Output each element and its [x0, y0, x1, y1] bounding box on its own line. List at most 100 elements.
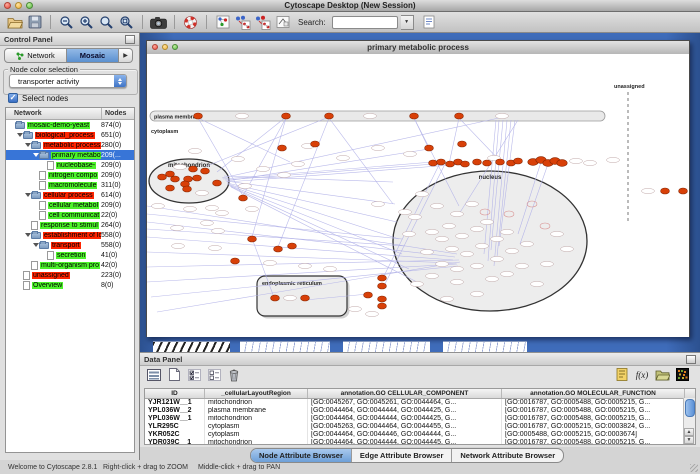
network-node[interactable]: [483, 160, 492, 166]
float-panel-icon[interactable]: [686, 355, 696, 364]
select-nodes-checkbox[interactable]: [8, 93, 18, 103]
select-attributes-icon[interactable]: [186, 367, 202, 382]
annotation-icon[interactable]: [421, 14, 438, 31]
tab-edge-attribute-browser[interactable]: Edge Attribute Browser: [351, 449, 451, 462]
function-builder-icon[interactable]: f(x): [634, 367, 650, 382]
tree-row-secretion[interactable]: secretion41(0): [6, 250, 134, 260]
tree-row-multi-organism-pro[interactable]: multi-organism pro42(0): [6, 260, 134, 270]
network-node[interactable]: [194, 113, 203, 119]
network-node[interactable]: [496, 159, 505, 165]
network-node[interactable]: [455, 113, 464, 119]
tab-node-attribute-browser[interactable]: Node Attribute Browser: [251, 449, 351, 462]
import-attributes-icon[interactable]: [654, 367, 670, 382]
tree-col-nodes[interactable]: Nodes: [101, 108, 134, 119]
network-node[interactable]: [193, 175, 202, 181]
network-node[interactable]: [271, 295, 280, 301]
search-dropdown-icon[interactable]: ▼: [401, 15, 414, 30]
tab-network[interactable]: Network: [4, 48, 67, 63]
table-row[interactable]: YPL036W__2plasma membrane[GO:0044464, GO…: [145, 407, 695, 415]
network-node[interactable]: [231, 258, 240, 264]
network-node[interactable]: [301, 295, 310, 301]
network-node[interactable]: [410, 113, 419, 119]
tree-row-nitrogen-compo[interactable]: nitrogen compo209(0): [6, 170, 134, 180]
tree-row-cellular-metabol[interactable]: cellular metabol209(0): [6, 200, 134, 210]
delete-attribute-icon[interactable]: [226, 367, 242, 382]
search-input[interactable]: [332, 16, 398, 29]
network-node[interactable]: [429, 160, 438, 166]
expand-arrow-icon[interactable]: [32, 153, 39, 157]
scroll-down-icon[interactable]: ▼: [684, 436, 694, 444]
attribute-table-header[interactable]: ID_cellularLayoutRegionannotation.GO CEL…: [145, 389, 695, 399]
tree-col-network[interactable]: Network: [6, 108, 101, 119]
background-window-1[interactable]: [153, 341, 230, 352]
unselect-attributes-icon[interactable]: [206, 367, 222, 382]
network-node[interactable]: [248, 236, 257, 242]
network-node[interactable]: [461, 161, 470, 167]
network-window-titlebar[interactable]: primary metabolic process: [147, 41, 689, 55]
network-node[interactable]: [514, 158, 523, 164]
network-node[interactable]: [213, 180, 222, 186]
network-node[interactable]: [282, 113, 291, 119]
zoom-selected-icon[interactable]: [98, 14, 115, 31]
column-header-1[interactable]: ID: [145, 389, 205, 398]
network-node[interactable]: [425, 145, 434, 151]
network-node[interactable]: [183, 186, 192, 192]
network-node[interactable]: [311, 141, 320, 147]
scrollbar-thumb[interactable]: [685, 399, 695, 417]
tree-row-nucleobase-[interactable]: nucleobase-209(0): [6, 160, 134, 170]
zoom-out-icon[interactable]: [58, 14, 75, 31]
network-node[interactable]: [446, 161, 455, 167]
create-network-icon[interactable]: [214, 14, 231, 31]
network-copy-icon[interactable]: [254, 14, 271, 31]
network-node[interactable]: [364, 292, 373, 298]
vizmapper-icon[interactable]: [274, 14, 291, 31]
open-file-icon[interactable]: [6, 14, 23, 31]
network-canvas[interactable]: plasma membranecytoplasmmitochondrionnuc…: [147, 54, 689, 337]
table-row[interactable]: YLR295Ccytoplasm[GO:0045263, GO:0044464,…: [145, 423, 695, 431]
network-node[interactable]: [378, 296, 387, 302]
table-row[interactable]: YPL036W__1mitochondrion[GO:0044464, GO:0…: [145, 415, 695, 423]
network-view-window[interactable]: primary metabolic process plasma membran…: [146, 40, 690, 337]
tree-row-overview[interactable]: Overview8(0): [6, 280, 134, 290]
float-panel-icon[interactable]: [125, 35, 135, 44]
zoom-fit-icon[interactable]: [118, 14, 135, 31]
tree-row-transport[interactable]: transport558(0): [6, 240, 134, 250]
network-node[interactable]: [557, 160, 567, 167]
column-header-3[interactable]: annotation.GO CELLULAR_COMPONENT: [308, 389, 502, 398]
table-scrollbar[interactable]: ▲ ▼: [683, 398, 695, 444]
tab-overflow-arrow[interactable]: ▶: [119, 48, 133, 63]
save-session-icon[interactable]: [26, 14, 43, 31]
network-node[interactable]: [288, 243, 297, 249]
resize-grip[interactable]: [690, 464, 698, 472]
network-node[interactable]: [189, 166, 198, 172]
network-node[interactable]: [201, 168, 210, 174]
tree-row-response-to-stimul[interactable]: response to stimul264(0): [6, 220, 134, 230]
tree-row-biological-process[interactable]: biological_process651(0): [6, 130, 134, 140]
matrix-view-icon[interactable]: [674, 367, 690, 382]
network-node[interactable]: [473, 159, 482, 165]
column-header-4[interactable]: annotation.GO MOLECULAR_FUNCTION: [502, 389, 685, 398]
tree-row-metabolic-process[interactable]: metabolic process280(0): [6, 140, 134, 150]
background-window-2[interactable]: [240, 341, 330, 352]
network-node[interactable]: [274, 246, 283, 252]
network-node[interactable]: [171, 176, 180, 182]
new-attribute-icon[interactable]: [166, 367, 182, 382]
column-header-2[interactable]: _cellularLayoutRegion: [205, 389, 308, 398]
network-node[interactable]: [239, 195, 248, 201]
background-window-3[interactable]: [343, 341, 430, 352]
tree-row-macromolecule[interactable]: macromolecule311(0): [6, 180, 134, 190]
expand-arrow-icon[interactable]: [24, 233, 31, 237]
network-node[interactable]: [661, 188, 670, 194]
network-node[interactable]: [437, 159, 446, 165]
tree-row-mosaic-demo-yeast[interactable]: mosaic-demo-yeast874(0): [6, 120, 134, 130]
network-node[interactable]: [278, 145, 287, 151]
attribute-grid-icon[interactable]: [146, 367, 162, 382]
table-row[interactable]: YDR039C__1mitochondrion[GO:0044464, GO:0…: [145, 439, 695, 445]
table-row[interactable]: YKR052Ccytoplasm[GO:0044464, GO:0044446,…: [145, 431, 695, 439]
zoom-in-icon[interactable]: [78, 14, 95, 31]
scroll-up-icon[interactable]: ▲: [684, 428, 694, 436]
network-node[interactable]: [458, 141, 467, 147]
network-node[interactable]: [378, 303, 387, 309]
network-node[interactable]: [679, 188, 688, 194]
node-color-dropdown[interactable]: transporter activity: [9, 74, 127, 88]
